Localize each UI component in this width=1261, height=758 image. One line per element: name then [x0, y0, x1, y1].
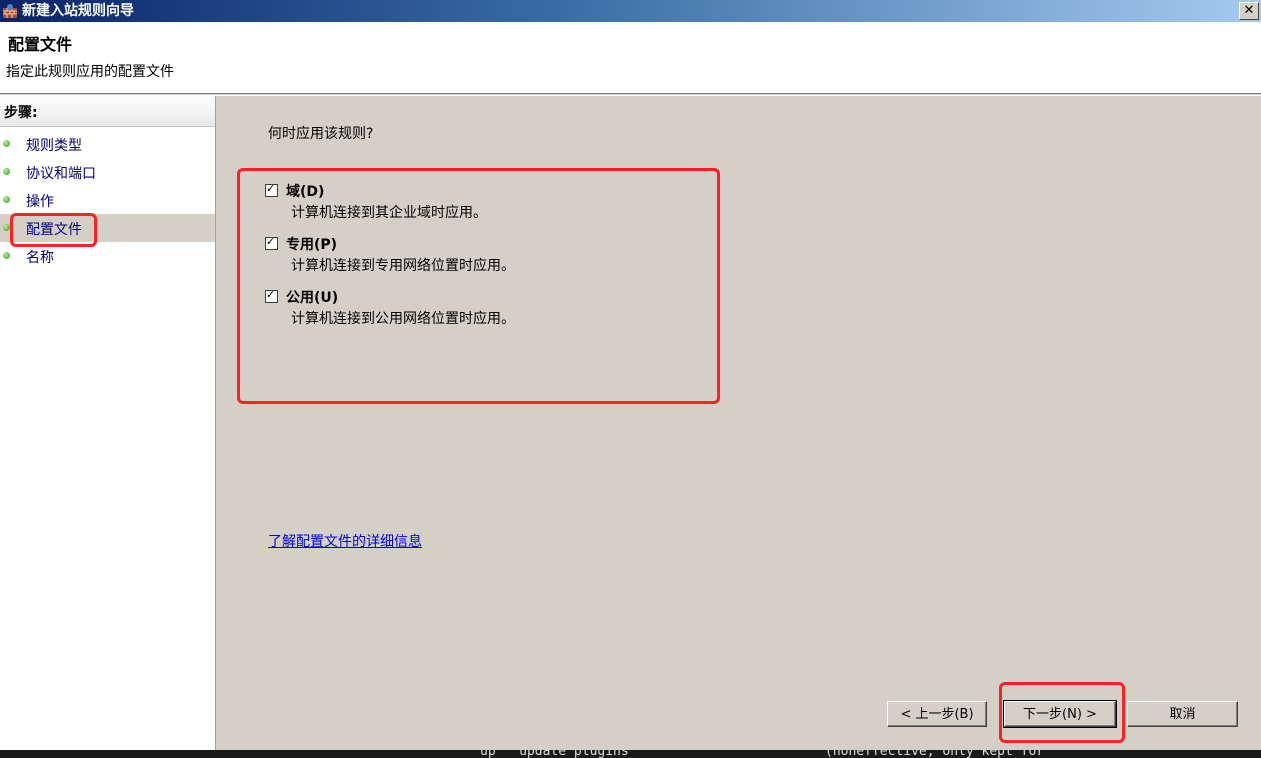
terminal-text-left: up update plugins	[480, 750, 629, 758]
page-description: 指定此规则应用的配置文件	[6, 64, 174, 80]
firewall-icon	[3, 4, 17, 18]
back-button[interactable]: < 上一步(B)	[887, 701, 987, 727]
page-title: 配置文件	[8, 35, 73, 54]
step-status-icon	[3, 252, 10, 259]
annotation-box-options	[237, 168, 720, 404]
step-status-icon	[3, 196, 10, 203]
window-title: 新建入站规则向导	[22, 3, 134, 19]
step-rule-type[interactable]: 规则类型	[0, 130, 215, 158]
step-action[interactable]: 操作	[0, 186, 215, 214]
step-label: 操作	[26, 194, 54, 210]
step-label: 协议和端口	[26, 166, 96, 182]
step-label: 名称	[26, 250, 54, 266]
question-text: 何时应用该规则?	[268, 126, 374, 142]
steps-header: 步骤:	[0, 96, 215, 127]
steps-label: 步骤:	[4, 105, 38, 121]
annotation-box-next	[999, 682, 1125, 743]
title-bar: 新建入站规则向导 ✕	[0, 0, 1261, 22]
annotation-box-step	[10, 213, 97, 247]
learn-more-link[interactable]: 了解配置文件的详细信息	[268, 531, 422, 551]
close-button[interactable]: ✕	[1239, 2, 1259, 20]
step-status-icon	[3, 224, 10, 231]
wizard-header: 配置文件 指定此规则应用的配置文件	[0, 22, 1261, 93]
cancel-button[interactable]: 取消	[1127, 701, 1238, 727]
step-label: 规则类型	[26, 138, 82, 154]
terminal-text-right: (noneffective, only kept for	[825, 750, 1045, 758]
step-protocol-ports[interactable]: 协议和端口	[0, 158, 215, 186]
step-status-icon	[3, 168, 10, 175]
step-status-icon	[3, 140, 10, 147]
steps-sidebar: 步骤: 规则类型 协议和端口 操作 配置文件 名称	[0, 96, 216, 750]
background-terminal: up update plugins (noneffective, only ke…	[0, 750, 1261, 758]
